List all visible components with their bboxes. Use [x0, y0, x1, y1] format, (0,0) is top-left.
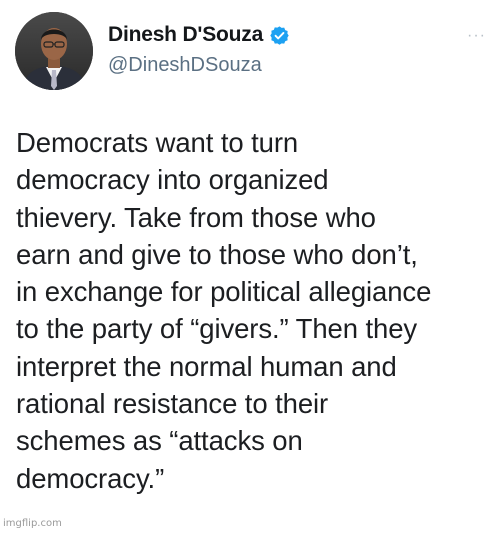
watermark: imgflip.com: [3, 518, 62, 529]
author-display-name[interactable]: Dinesh D'Souza: [108, 23, 263, 47]
avatar[interactable]: [15, 12, 93, 90]
author-handle[interactable]: @DineshDSouza: [108, 54, 262, 77]
verified-badge-icon: [269, 25, 290, 46]
avatar-image: [15, 12, 93, 90]
tweet-card: Dinesh D'Souza @DineshDSouza ··· Democra…: [0, 0, 500, 534]
more-horizontal-icon[interactable]: ···: [467, 28, 486, 44]
tweet-text: Democrats want to turn democracy into or…: [16, 127, 432, 494]
author-name-row: Dinesh D'Souza: [108, 23, 290, 47]
